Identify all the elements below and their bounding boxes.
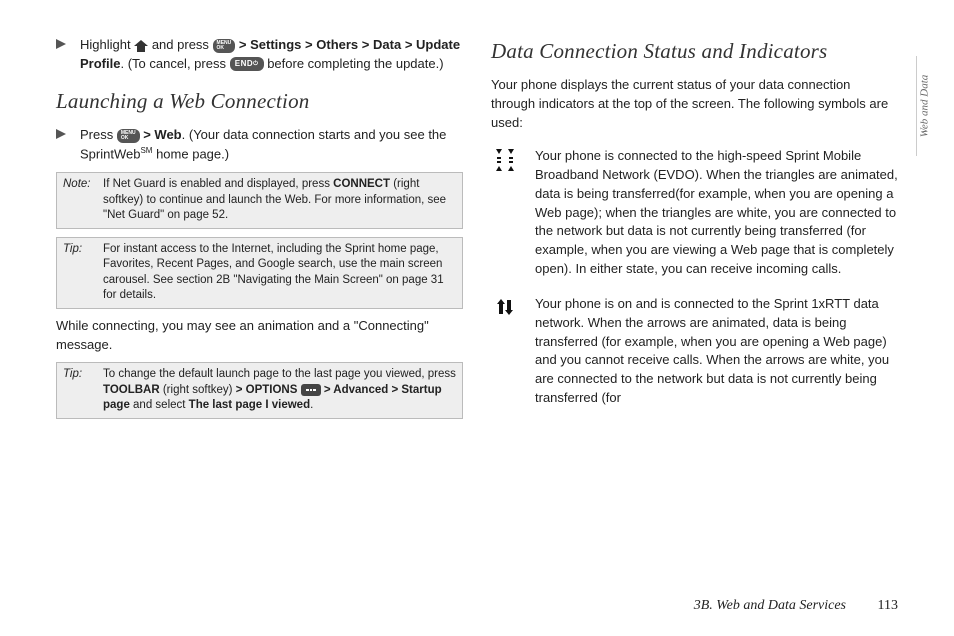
chevron-icon: > <box>236 384 246 396</box>
heading-data-status: Data Connection Status and Indicators <box>491 36 898 66</box>
symbol-row-1xrtt: Your phone is on and is connected to the… <box>491 295 898 408</box>
tip-box-instant-access: Tip: For instant access to the Internet,… <box>56 237 463 309</box>
end-key-icon: END⏻ <box>230 57 264 71</box>
heading-launching-web: Launching a Web Connection <box>56 86 463 116</box>
footer-section: 3B. Web and Data Services <box>694 598 846 613</box>
text: before completing the update.) <box>267 56 443 71</box>
path-data: Data <box>373 37 401 52</box>
path-web: Web <box>154 127 181 142</box>
tip-box-startup-page: Tip: To change the default launch page t… <box>56 362 463 419</box>
note-label: Note: <box>63 177 97 224</box>
symbol-row-evdo: Your phone is connected to the high-spee… <box>491 147 898 279</box>
chevron-icon: > <box>305 37 316 52</box>
bullet-marker-icon <box>56 36 72 74</box>
step-text: Highlight and press MENUOK > Settings > … <box>80 36 463 74</box>
chevron-icon: > <box>362 37 373 52</box>
path-others: Others <box>316 37 358 52</box>
chevron-icon: > <box>143 127 154 142</box>
two-column-layout: Highlight and press MENUOK > Settings > … <box>56 36 898 566</box>
text: . <box>310 399 313 411</box>
tip-label: Tip: <box>63 367 97 414</box>
home-icon <box>134 40 148 52</box>
text: Highlight <box>80 37 134 52</box>
evdo-description: Your phone is connected to the high-spee… <box>535 147 898 279</box>
option-last-page: The last page I viewed <box>189 399 310 411</box>
chevron-icon: > <box>405 37 416 52</box>
text: home page.) <box>152 146 229 161</box>
page-footer: 3B. Web and Data Services 113 <box>694 596 898 616</box>
chevron-icon: > <box>391 384 401 396</box>
chevron-icon: > <box>324 384 333 396</box>
status-intro: Your phone displays the current status o… <box>491 76 898 133</box>
side-tab: Web and Data <box>916 56 934 156</box>
path-settings: Settings <box>250 37 301 52</box>
1xrtt-description: Your phone is on and is connected to the… <box>535 295 898 408</box>
text: (right softkey) <box>160 384 236 396</box>
options-key-icon <box>301 384 321 396</box>
step-highlight-home: Highlight and press MENUOK > Settings > … <box>56 36 463 74</box>
right-column: Data Connection Status and Indicators Yo… <box>491 36 898 566</box>
path-advanced: Advanced <box>333 384 388 396</box>
tip-body: For instant access to the Internet, incl… <box>103 242 456 304</box>
toolbar-softkey: TOOLBAR <box>103 384 160 396</box>
step-text: Press MENUOK > Web. (Your data connectio… <box>80 126 463 164</box>
menu-ok-key-icon: MENUOK <box>117 129 140 143</box>
left-column: Highlight and press MENUOK > Settings > … <box>56 36 463 566</box>
connect-softkey: CONNECT <box>333 178 390 190</box>
evdo-triangles-icon <box>491 147 519 279</box>
service-mark: SM <box>140 146 152 155</box>
menu-ok-key-icon: MENUOK <box>213 39 236 53</box>
chevron-icon: > <box>239 37 250 52</box>
connecting-paragraph: While connecting, you may see an animati… <box>56 317 463 355</box>
text: If Net Guard is enabled and displayed, p… <box>103 178 333 190</box>
page-number: 113 <box>878 598 898 613</box>
1xrtt-arrows-icon <box>491 295 519 408</box>
side-tab-label: Web and Data <box>918 75 934 138</box>
text: and select <box>130 399 189 411</box>
tip-body: To change the default launch page to the… <box>103 367 456 414</box>
text: Press <box>80 127 117 142</box>
tip-label: Tip: <box>63 242 97 304</box>
text: and press <box>152 37 213 52</box>
note-box-netguard: Note: If Net Guard is enabled and displa… <box>56 172 463 229</box>
text: To change the default launch page to the… <box>103 368 456 380</box>
step-press-web: Press MENUOK > Web. (Your data connectio… <box>56 126 463 164</box>
bullet-marker-icon <box>56 126 72 164</box>
path-options: OPTIONS <box>246 384 298 396</box>
text: . (To cancel, press <box>120 56 229 71</box>
note-body: If Net Guard is enabled and displayed, p… <box>103 177 456 224</box>
